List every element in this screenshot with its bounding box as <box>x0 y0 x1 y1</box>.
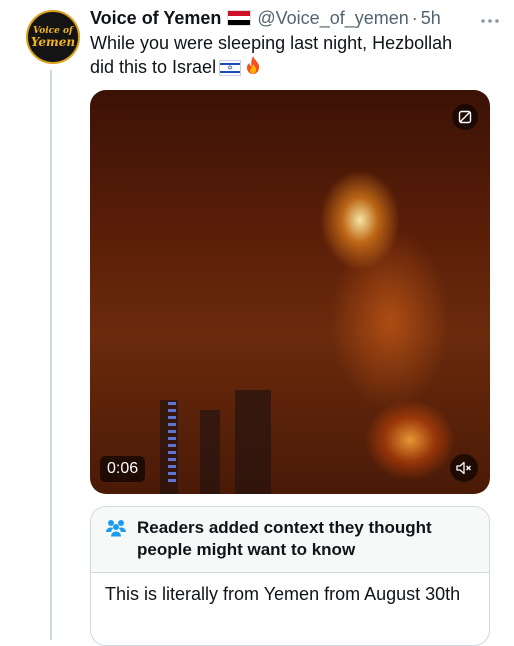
community-note-body: This is literally from Yemen from August… <box>105 584 461 604</box>
tweet-header: Voice of Yemen @Voice_of_yemen · 5h <box>90 6 500 30</box>
thread-line <box>50 70 52 640</box>
video-duration: 0:06 <box>100 456 146 482</box>
community-note-header: Readers added context they thought peopl… <box>91 507 489 573</box>
people-icon <box>105 518 127 538</box>
building-silhouette <box>235 390 271 494</box>
fire-icon <box>245 55 261 81</box>
building-silhouette <box>200 410 220 494</box>
avatar[interactable]: Voice of Yemen <box>26 10 80 64</box>
avatar-text-bottom: Yemen <box>30 34 76 49</box>
timestamp[interactable]: 5h <box>421 8 441 29</box>
display-name[interactable]: Voice of Yemen <box>90 8 221 29</box>
tweet-text-line1: While you were sleeping last night, Hezb… <box>90 33 453 53</box>
community-note-title: Readers added context they thought peopl… <box>137 518 432 559</box>
tweet-text-line2: did this to Israel <box>90 56 217 77</box>
user-handle[interactable]: @Voice_of_yemen <box>257 8 408 29</box>
tweet-text: While you were sleeping last night, Hezb… <box>90 32 490 81</box>
building-lights <box>168 402 176 482</box>
gif-toggle-icon[interactable] <box>452 104 478 130</box>
yemen-flag-icon <box>227 10 252 26</box>
israel-flag-icon: ✡ <box>219 60 242 76</box>
community-note[interactable]: Readers added context they thought peopl… <box>90 506 490 646</box>
avatar-text-top: Voice of <box>33 25 73 36</box>
separator-dot: · <box>411 7 418 28</box>
video-player[interactable]: 0:06 <box>90 90 490 494</box>
mute-icon[interactable] <box>450 454 478 482</box>
more-horizontal-icon[interactable] <box>480 8 500 29</box>
